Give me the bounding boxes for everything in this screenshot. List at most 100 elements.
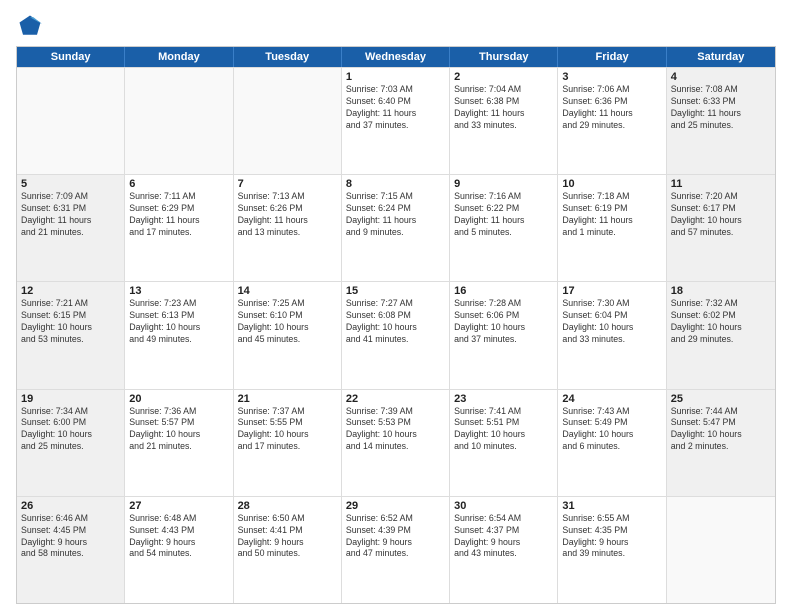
cell-info: Sunrise: 6:48 AM Sunset: 4:43 PM Dayligh…	[129, 513, 228, 561]
cell-info: Sunrise: 7:18 AM Sunset: 6:19 PM Dayligh…	[562, 191, 661, 239]
day-number: 24	[562, 393, 661, 405]
calendar-cell: 17Sunrise: 7:30 AM Sunset: 6:04 PM Dayli…	[558, 282, 666, 388]
calendar-cell	[17, 68, 125, 174]
calendar-cell	[667, 497, 775, 603]
weekday-header: Tuesday	[234, 47, 342, 67]
calendar-cell: 27Sunrise: 6:48 AM Sunset: 4:43 PM Dayli…	[125, 497, 233, 603]
cell-info: Sunrise: 6:52 AM Sunset: 4:39 PM Dayligh…	[346, 513, 445, 561]
day-number: 11	[671, 178, 771, 190]
calendar-cell: 26Sunrise: 6:46 AM Sunset: 4:45 PM Dayli…	[17, 497, 125, 603]
cell-info: Sunrise: 7:43 AM Sunset: 5:49 PM Dayligh…	[562, 406, 661, 454]
calendar-cell: 7Sunrise: 7:13 AM Sunset: 6:26 PM Daylig…	[234, 175, 342, 281]
logo	[16, 12, 46, 40]
cell-info: Sunrise: 7:30 AM Sunset: 6:04 PM Dayligh…	[562, 298, 661, 346]
calendar-header: SundayMondayTuesdayWednesdayThursdayFrid…	[17, 47, 775, 67]
day-number: 31	[562, 500, 661, 512]
weekday-header: Friday	[558, 47, 666, 67]
day-number: 6	[129, 178, 228, 190]
day-number: 30	[454, 500, 553, 512]
header	[16, 12, 776, 40]
day-number: 20	[129, 393, 228, 405]
cell-info: Sunrise: 7:16 AM Sunset: 6:22 PM Dayligh…	[454, 191, 553, 239]
calendar-cell: 12Sunrise: 7:21 AM Sunset: 6:15 PM Dayli…	[17, 282, 125, 388]
cell-info: Sunrise: 7:03 AM Sunset: 6:40 PM Dayligh…	[346, 84, 445, 132]
day-number: 12	[21, 285, 120, 297]
cell-info: Sunrise: 7:09 AM Sunset: 6:31 PM Dayligh…	[21, 191, 120, 239]
calendar-cell: 23Sunrise: 7:41 AM Sunset: 5:51 PM Dayli…	[450, 390, 558, 496]
day-number: 13	[129, 285, 228, 297]
day-number: 27	[129, 500, 228, 512]
cell-info: Sunrise: 7:41 AM Sunset: 5:51 PM Dayligh…	[454, 406, 553, 454]
cell-info: Sunrise: 7:25 AM Sunset: 6:10 PM Dayligh…	[238, 298, 337, 346]
day-number: 18	[671, 285, 771, 297]
day-number: 19	[21, 393, 120, 405]
cell-info: Sunrise: 7:23 AM Sunset: 6:13 PM Dayligh…	[129, 298, 228, 346]
calendar-cell: 16Sunrise: 7:28 AM Sunset: 6:06 PM Dayli…	[450, 282, 558, 388]
calendar-row: 12Sunrise: 7:21 AM Sunset: 6:15 PM Dayli…	[17, 281, 775, 388]
calendar-row: 26Sunrise: 6:46 AM Sunset: 4:45 PM Dayli…	[17, 496, 775, 603]
cell-info: Sunrise: 6:46 AM Sunset: 4:45 PM Dayligh…	[21, 513, 120, 561]
weekday-header: Saturday	[667, 47, 775, 67]
calendar-cell: 19Sunrise: 7:34 AM Sunset: 6:00 PM Dayli…	[17, 390, 125, 496]
calendar-cell: 3Sunrise: 7:06 AM Sunset: 6:36 PM Daylig…	[558, 68, 666, 174]
day-number: 16	[454, 285, 553, 297]
day-number: 21	[238, 393, 337, 405]
cell-info: Sunrise: 7:04 AM Sunset: 6:38 PM Dayligh…	[454, 84, 553, 132]
cell-info: Sunrise: 7:27 AM Sunset: 6:08 PM Dayligh…	[346, 298, 445, 346]
calendar: SundayMondayTuesdayWednesdayThursdayFrid…	[16, 46, 776, 604]
cell-info: Sunrise: 7:08 AM Sunset: 6:33 PM Dayligh…	[671, 84, 771, 132]
cell-info: Sunrise: 6:54 AM Sunset: 4:37 PM Dayligh…	[454, 513, 553, 561]
day-number: 17	[562, 285, 661, 297]
calendar-cell: 29Sunrise: 6:52 AM Sunset: 4:39 PM Dayli…	[342, 497, 450, 603]
calendar-cell: 11Sunrise: 7:20 AM Sunset: 6:17 PM Dayli…	[667, 175, 775, 281]
day-number: 25	[671, 393, 771, 405]
cell-info: Sunrise: 7:37 AM Sunset: 5:55 PM Dayligh…	[238, 406, 337, 454]
calendar-cell: 8Sunrise: 7:15 AM Sunset: 6:24 PM Daylig…	[342, 175, 450, 281]
day-number: 26	[21, 500, 120, 512]
cell-info: Sunrise: 7:36 AM Sunset: 5:57 PM Dayligh…	[129, 406, 228, 454]
calendar-cell: 22Sunrise: 7:39 AM Sunset: 5:53 PM Dayli…	[342, 390, 450, 496]
cell-info: Sunrise: 7:32 AM Sunset: 6:02 PM Dayligh…	[671, 298, 771, 346]
day-number: 5	[21, 178, 120, 190]
cell-info: Sunrise: 7:15 AM Sunset: 6:24 PM Dayligh…	[346, 191, 445, 239]
cell-info: Sunrise: 7:06 AM Sunset: 6:36 PM Dayligh…	[562, 84, 661, 132]
day-number: 29	[346, 500, 445, 512]
weekday-header: Monday	[125, 47, 233, 67]
calendar-cell	[234, 68, 342, 174]
day-number: 3	[562, 71, 661, 83]
cell-info: Sunrise: 7:20 AM Sunset: 6:17 PM Dayligh…	[671, 191, 771, 239]
calendar-cell: 6Sunrise: 7:11 AM Sunset: 6:29 PM Daylig…	[125, 175, 233, 281]
day-number: 15	[346, 285, 445, 297]
day-number: 14	[238, 285, 337, 297]
cell-info: Sunrise: 7:13 AM Sunset: 6:26 PM Dayligh…	[238, 191, 337, 239]
day-number: 10	[562, 178, 661, 190]
day-number: 23	[454, 393, 553, 405]
weekday-header: Wednesday	[342, 47, 450, 67]
day-number: 1	[346, 71, 445, 83]
day-number: 28	[238, 500, 337, 512]
calendar-cell: 10Sunrise: 7:18 AM Sunset: 6:19 PM Dayli…	[558, 175, 666, 281]
cell-info: Sunrise: 7:21 AM Sunset: 6:15 PM Dayligh…	[21, 298, 120, 346]
calendar-cell: 24Sunrise: 7:43 AM Sunset: 5:49 PM Dayli…	[558, 390, 666, 496]
cell-info: Sunrise: 7:28 AM Sunset: 6:06 PM Dayligh…	[454, 298, 553, 346]
day-number: 7	[238, 178, 337, 190]
calendar-cell: 15Sunrise: 7:27 AM Sunset: 6:08 PM Dayli…	[342, 282, 450, 388]
calendar-cell	[125, 68, 233, 174]
day-number: 9	[454, 178, 553, 190]
calendar-cell: 20Sunrise: 7:36 AM Sunset: 5:57 PM Dayli…	[125, 390, 233, 496]
calendar-cell: 9Sunrise: 7:16 AM Sunset: 6:22 PM Daylig…	[450, 175, 558, 281]
calendar-cell: 2Sunrise: 7:04 AM Sunset: 6:38 PM Daylig…	[450, 68, 558, 174]
cell-info: Sunrise: 7:39 AM Sunset: 5:53 PM Dayligh…	[346, 406, 445, 454]
cell-info: Sunrise: 6:50 AM Sunset: 4:41 PM Dayligh…	[238, 513, 337, 561]
calendar-body: 1Sunrise: 7:03 AM Sunset: 6:40 PM Daylig…	[17, 67, 775, 603]
calendar-cell: 30Sunrise: 6:54 AM Sunset: 4:37 PM Dayli…	[450, 497, 558, 603]
cell-info: Sunrise: 6:55 AM Sunset: 4:35 PM Dayligh…	[562, 513, 661, 561]
page: SundayMondayTuesdayWednesdayThursdayFrid…	[0, 0, 792, 612]
calendar-row: 1Sunrise: 7:03 AM Sunset: 6:40 PM Daylig…	[17, 67, 775, 174]
calendar-cell: 25Sunrise: 7:44 AM Sunset: 5:47 PM Dayli…	[667, 390, 775, 496]
day-number: 22	[346, 393, 445, 405]
calendar-row: 19Sunrise: 7:34 AM Sunset: 6:00 PM Dayli…	[17, 389, 775, 496]
cell-info: Sunrise: 7:11 AM Sunset: 6:29 PM Dayligh…	[129, 191, 228, 239]
calendar-cell: 5Sunrise: 7:09 AM Sunset: 6:31 PM Daylig…	[17, 175, 125, 281]
calendar-cell: 21Sunrise: 7:37 AM Sunset: 5:55 PM Dayli…	[234, 390, 342, 496]
